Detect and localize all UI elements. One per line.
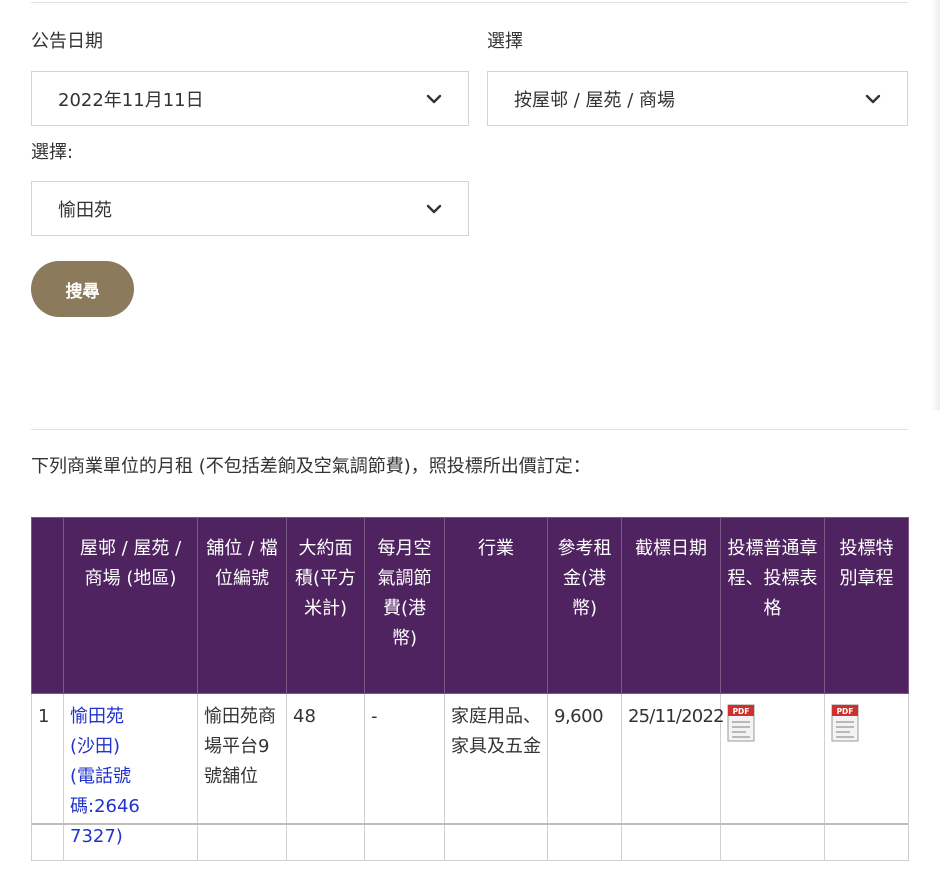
top-divider (31, 2, 908, 3)
district-link[interactable]: (沙田) (70, 736, 120, 757)
date-select-value: 2022年11月11日 (58, 89, 204, 111)
table-row: 1 愉田苑 (沙田) (電話號碼:2646 7327) 愉田苑商場平台9號舖位 … (31, 693, 909, 861)
header-special-doc: 投標特別章程 (824, 517, 909, 694)
cell-closing-date: 25/11/2022 (621, 693, 725, 861)
cell-estate: 愉田苑 (沙田) (電話號碼:2646 7327) (63, 693, 198, 861)
section-divider (31, 429, 908, 430)
cell-no: 1 (31, 693, 64, 861)
chevron-down-icon (865, 94, 881, 104)
header-unit: 舖位 / 檔位編號 (197, 517, 287, 694)
svg-text:PDF: PDF (733, 707, 750, 716)
intro-text: 下列商業單位的月租 (不包括差餉及空氣調節費)，照投標所出價訂定： (31, 456, 591, 477)
header-rent: 參考租金(港幣) (547, 517, 622, 694)
cell-trade: 家庭用品、家具及五金 (444, 693, 548, 861)
estate-select-value: 愉田苑 (58, 199, 112, 221)
table-header-row: 屋邨 / 屋苑 / 商場 (地區) 舖位 / 檔位編號 大約面積(平方米計) 每… (31, 517, 909, 694)
estate-link[interactable]: 愉田苑 (70, 706, 124, 727)
type-select-value: 按屋邨 / 屋苑 / 商場 (514, 89, 676, 111)
pdf-icon[interactable]: PDF (831, 704, 859, 742)
header-estate: 屋邨 / 屋苑 / 商場 (地區) (63, 517, 198, 694)
cell-rent: 9,600 (547, 693, 622, 861)
header-general-doc: 投標普通章程、投標表格 (720, 517, 825, 694)
chevron-down-icon (426, 204, 442, 214)
chevron-down-icon (426, 94, 442, 104)
units-table: 屋邨 / 屋苑 / 商場 (地區) 舖位 / 檔位編號 大約面積(平方米計) 每… (31, 517, 909, 861)
select-type-label: 選擇 (487, 31, 523, 52)
search-button[interactable]: 搜尋 (31, 261, 134, 317)
header-ac-fee: 每月空氣調節費(港幣) (364, 517, 445, 694)
date-select[interactable]: 2022年11月11日 (31, 71, 469, 126)
cell-unit: 愉田苑商場平台9號舖位 (197, 693, 287, 861)
cell-special-doc: PDF (824, 693, 909, 861)
cell-general-doc: PDF (720, 693, 825, 861)
cell-ac-fee: - (364, 693, 445, 861)
scroll-shadow (931, 0, 940, 410)
estate-select[interactable]: 愉田苑 (31, 181, 469, 236)
phone-link[interactable]: (電話號碼:2646 7327) (70, 766, 140, 847)
cell-area: 48 (286, 693, 365, 861)
header-closing-date: 截標日期 (621, 517, 721, 694)
estate-label: 選擇: (31, 142, 74, 163)
header-no (31, 517, 64, 694)
table-bottom-border (31, 823, 908, 825)
svg-text:PDF: PDF (837, 707, 854, 716)
type-select[interactable]: 按屋邨 / 屋苑 / 商場 (487, 71, 908, 126)
date-label: 公告日期 (31, 31, 103, 52)
header-trade: 行業 (444, 517, 548, 694)
pdf-icon[interactable]: PDF (727, 704, 755, 742)
header-area: 大約面積(平方米計) (286, 517, 365, 694)
